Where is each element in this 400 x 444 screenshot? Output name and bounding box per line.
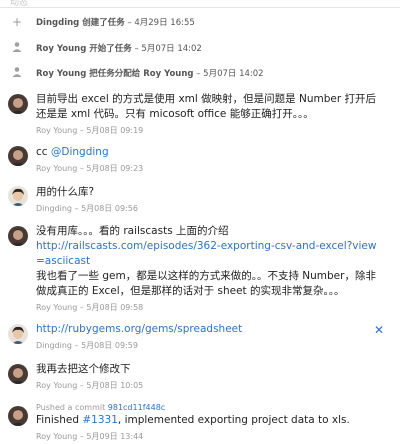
- commit-link[interactable]: 981cd11f448c: [108, 403, 165, 412]
- close-icon[interactable]: ✕: [374, 323, 384, 337]
- avatar-dingding[interactable]: [8, 186, 28, 206]
- comment-meta: Roy Young – 5月08日 09:19: [36, 126, 144, 135]
- avatar-roy-young[interactable]: [8, 226, 28, 246]
- issue-link[interactable]: #1331: [82, 414, 118, 426]
- plus-icon: +: [11, 15, 23, 29]
- comment-link[interactable]: http://rubygems.org/gems/spreadsheet: [36, 323, 242, 335]
- comment-text: 我也看了一些 gem，都是以这样的方式来做的。。不支持 Number，除非做成真…: [36, 270, 376, 297]
- activity-event: Roy Young 开始了任务 – 5月07日 14:02: [0, 38, 400, 60]
- activity-event: + Dingding 创建了任务 – 4月29日 16:55: [0, 12, 400, 34]
- activity-event: Roy Young 把任务分配给 Roy Young – 5月07日 14:02: [0, 63, 400, 85]
- activity-header-label: 动态: [10, 0, 29, 8]
- comment-meta: Roy Young – 5月08日 09:58: [36, 303, 144, 312]
- event-time: – 4月29日 16:55: [127, 18, 195, 28]
- comment-meta: Roy Young – 5月09日 13:44: [36, 432, 144, 441]
- comment-text: 目前导出 excel 的方式是使用 xml 做映射，但是问题是 Number 打…: [36, 93, 377, 120]
- mention-link[interactable]: @Dingding: [51, 146, 109, 158]
- event-time: – 5月07日 14:02: [196, 69, 264, 79]
- avatar-roy-young[interactable]: [8, 364, 28, 384]
- event-text: Roy Young 把任务分配给 Roy Young: [36, 69, 194, 79]
- avatar-roy-young[interactable]: [8, 94, 28, 114]
- comment-text: Finished: [36, 414, 83, 426]
- comment-text: 用的什么库?: [36, 186, 95, 198]
- event-time: – 5月07日 14:02: [134, 44, 202, 54]
- activity-header: 动态: [0, 0, 400, 8]
- event-text: Roy Young 开始了任务: [36, 44, 132, 54]
- person-icon: [10, 41, 24, 55]
- comment-link[interactable]: http://railscasts.com/episodes/362-expor…: [36, 240, 376, 267]
- comment-meta: Roy Young – 5月08日 10:05: [36, 381, 144, 390]
- avatar-roy-young[interactable]: [8, 406, 28, 426]
- comment-meta: Roy Young – 5月08日 09:23: [36, 164, 144, 173]
- comment-meta: Dingding – 5月08日 09:59: [36, 341, 138, 350]
- person-icon: [10, 66, 24, 80]
- event-text: Dingding 创建了任务: [36, 18, 125, 28]
- comment-text: 我再去把这个修改下: [36, 363, 131, 375]
- comment-text: 没有用库。。。看的 railscasts 上面的介绍: [36, 225, 229, 237]
- comment-meta: Dingding – 5月08日 09:56: [36, 204, 138, 213]
- avatar-roy-young[interactable]: [8, 146, 28, 166]
- comment-text: cc: [36, 146, 51, 158]
- comment-text: , implemented exporting project data to …: [117, 414, 350, 426]
- avatar-dingding[interactable]: [8, 324, 28, 344]
- commit-prefix: Pushed a commit: [36, 403, 108, 412]
